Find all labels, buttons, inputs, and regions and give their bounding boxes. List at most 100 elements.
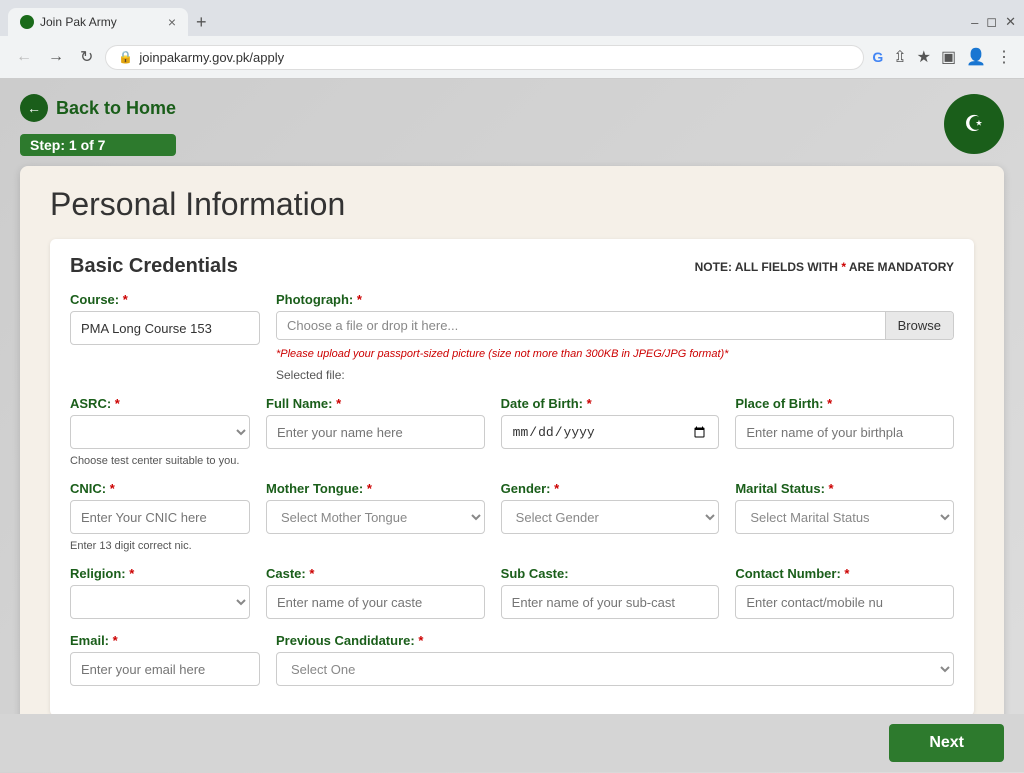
- gender-select[interactable]: Select Gender: [501, 500, 720, 534]
- cnic-row: CNIC: * Enter 13 digit correct nic. Moth…: [70, 481, 954, 552]
- page-header: ← Back to Home Step: 1 of 7 ☪: [20, 94, 1004, 156]
- active-tab[interactable]: Join Pak Army ×: [8, 8, 188, 36]
- sub-caste-group: Sub Caste:: [501, 566, 720, 619]
- tab-actions: – ◻ ✕: [971, 14, 1016, 30]
- religion-select[interactable]: [70, 585, 250, 619]
- selected-file-label: Selected file:: [276, 368, 954, 382]
- caste-group: Caste: *: [266, 566, 485, 619]
- place-of-birth-group: Place of Birth: *: [735, 396, 954, 449]
- url-text: joinpakarmy.gov.pk/apply: [139, 50, 284, 65]
- section-title: Basic Credentials: [70, 255, 238, 278]
- tab-group-icon[interactable]: ▣: [941, 47, 956, 67]
- caste-label: Caste: *: [266, 566, 485, 581]
- forward-button[interactable]: →: [44, 46, 68, 68]
- cnic-hint: Enter 13 digit correct nic.: [70, 540, 250, 552]
- course-photo-row: Course: * Photograph: * Choose a file or…: [70, 292, 954, 382]
- url-bar[interactable]: 🔒 joinpakarmy.gov.pk/apply: [105, 45, 864, 70]
- profile-icon[interactable]: 👤: [966, 47, 986, 67]
- note-suffix: ARE MANDATORY: [849, 260, 954, 274]
- share-icon[interactable]: ⇫: [893, 47, 906, 67]
- mother-tongue-select[interactable]: Select Mother Tongue: [266, 500, 485, 534]
- dob-label: Date of Birth: *: [501, 396, 720, 411]
- note-star: *: [841, 260, 846, 274]
- asrc-fullname-row: ASRC: * Choose test center suitable to y…: [70, 396, 954, 467]
- religion-label: Religion: *: [70, 566, 250, 581]
- step-badge: Step: 1 of 7: [20, 134, 176, 156]
- course-input[interactable]: [70, 311, 260, 345]
- photograph-group: Photograph: * Choose a file or drop it h…: [276, 292, 954, 382]
- browser-chrome: Join Pak Army × + – ◻ ✕ ← → ↻ 🔒 joinpaka…: [0, 0, 1024, 79]
- browser-right-icons: G ⇫ ★ ▣ 👤 ⋮: [872, 47, 1012, 67]
- crescent-icon: ☪: [964, 111, 984, 137]
- mother-tongue-label: Mother Tongue: *: [266, 481, 485, 496]
- minimize-button[interactable]: –: [971, 15, 978, 30]
- fullname-input[interactable]: [266, 415, 485, 449]
- back-button[interactable]: ←: [12, 46, 36, 68]
- browse-button[interactable]: Browse: [885, 312, 953, 339]
- email-group: Email: *: [70, 633, 260, 686]
- bottom-bar: Next: [0, 714, 1024, 772]
- back-home-link[interactable]: ← Back to Home: [20, 94, 176, 122]
- photograph-label: Photograph: *: [276, 292, 954, 307]
- back-arrow-icon: ←: [20, 94, 48, 122]
- asrc-select[interactable]: [70, 415, 250, 449]
- course-group: Course: *: [70, 292, 260, 345]
- tab-title: Join Pak Army: [40, 15, 117, 29]
- fullname-label: Full Name: *: [266, 396, 485, 411]
- google-icon: G: [872, 49, 883, 65]
- marital-status-group: Marital Status: * Select Marital Status: [735, 481, 954, 534]
- tab-close-button[interactable]: ×: [168, 14, 176, 30]
- cnic-label: CNIC: *: [70, 481, 250, 496]
- form-card: Personal Information Basic Credentials N…: [20, 166, 1004, 736]
- page-content: ← Back to Home Step: 1 of 7 ☪ Personal I…: [0, 79, 1024, 773]
- marital-status-select[interactable]: Select Marital Status: [735, 500, 954, 534]
- prev-candidature-group: Previous Candidature: * Select One: [276, 633, 954, 686]
- close-window-button[interactable]: ✕: [1005, 14, 1016, 30]
- menu-icon[interactable]: ⋮: [996, 47, 1012, 67]
- lock-icon: 🔒: [118, 50, 133, 64]
- email-row: Email: * Previous Candidature: * Select …: [70, 633, 954, 686]
- note-body: ALL FIELDS WITH: [735, 260, 841, 274]
- credentials-section: Basic Credentials NOTE: ALL FIELDS WITH …: [50, 239, 974, 716]
- address-bar: ← → ↻ 🔒 joinpakarmy.gov.pk/apply G ⇫ ★ ▣…: [0, 36, 1024, 78]
- asrc-group: ASRC: * Choose test center suitable to y…: [70, 396, 250, 467]
- prev-candidature-select[interactable]: Select One: [276, 652, 954, 686]
- email-label: Email: *: [70, 633, 260, 648]
- file-placeholder: Choose a file or drop it here...: [277, 312, 885, 339]
- caste-input[interactable]: [266, 585, 485, 619]
- tab-favicon: [20, 15, 34, 29]
- photo-note: *Please upload your passport-sized pictu…: [276, 348, 954, 360]
- tab-bar: Join Pak Army × + – ◻ ✕: [0, 0, 1024, 36]
- dob-group: Date of Birth: *: [501, 396, 720, 449]
- dob-input[interactable]: [501, 415, 720, 449]
- fullname-group: Full Name: *: [266, 396, 485, 449]
- restore-button[interactable]: ◻: [986, 14, 997, 30]
- contact-group: Contact Number: *: [735, 566, 954, 619]
- prev-candidature-label: Previous Candidature: *: [276, 633, 954, 648]
- email-input[interactable]: [70, 652, 260, 686]
- contact-label: Contact Number: *: [735, 566, 954, 581]
- new-tab-button[interactable]: +: [188, 12, 215, 33]
- next-button[interactable]: Next: [889, 724, 1004, 762]
- place-of-birth-input[interactable]: [735, 415, 954, 449]
- asrc-label: ASRC: *: [70, 396, 250, 411]
- course-label: Course: *: [70, 292, 260, 307]
- gender-group: Gender: * Select Gender: [501, 481, 720, 534]
- file-input-wrapper: Choose a file or drop it here... Browse: [276, 311, 954, 340]
- refresh-button[interactable]: ↻: [76, 45, 97, 69]
- sub-caste-label: Sub Caste:: [501, 566, 720, 581]
- sub-caste-input[interactable]: [501, 585, 720, 619]
- place-of-birth-label: Place of Birth: *: [735, 396, 954, 411]
- pak-army-logo: ☪: [944, 94, 1004, 154]
- contact-input[interactable]: [735, 585, 954, 619]
- cnic-input[interactable]: [70, 500, 250, 534]
- page-title: Personal Information: [50, 186, 974, 223]
- note-prefix: NOTE:: [695, 260, 732, 274]
- religion-row: Religion: * Caste: * Sub Caste:: [70, 566, 954, 619]
- asrc-hint: Choose test center suitable to you.: [70, 455, 250, 467]
- marital-status-label: Marital Status: *: [735, 481, 954, 496]
- bookmark-icon[interactable]: ★: [917, 47, 931, 67]
- mandatory-note: NOTE: ALL FIELDS WITH * ARE MANDATORY: [695, 260, 954, 274]
- section-header: Basic Credentials NOTE: ALL FIELDS WITH …: [70, 255, 954, 278]
- mother-tongue-group: Mother Tongue: * Select Mother Tongue: [266, 481, 485, 534]
